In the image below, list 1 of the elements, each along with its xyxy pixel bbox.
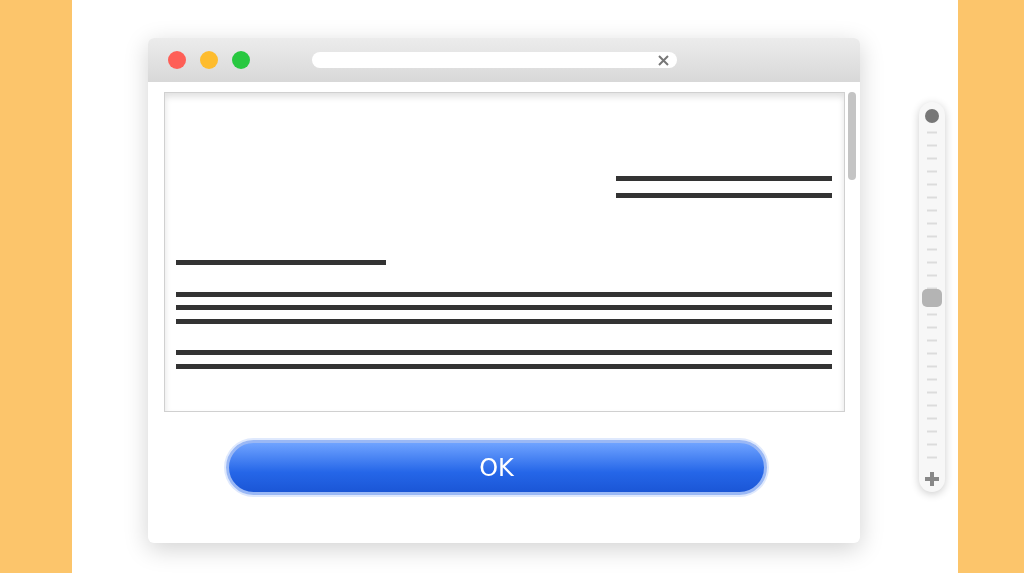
ok-button[interactable]: OK: [226, 440, 767, 495]
